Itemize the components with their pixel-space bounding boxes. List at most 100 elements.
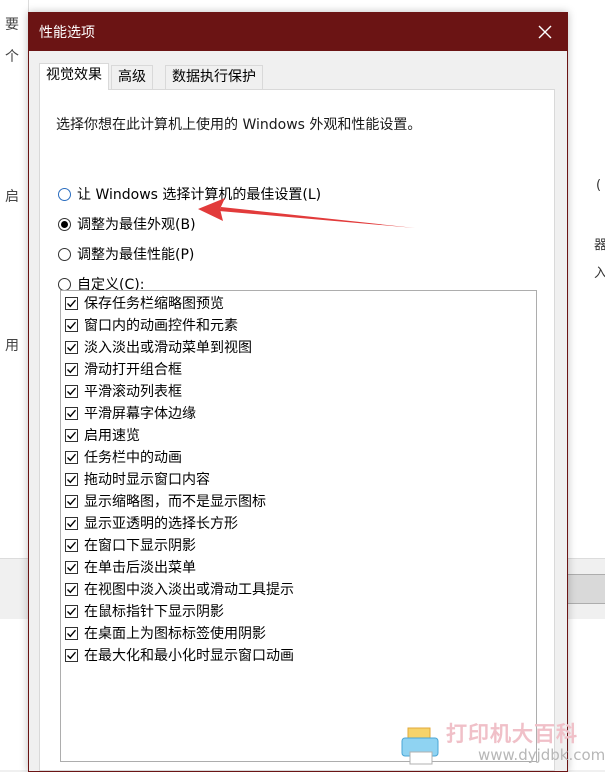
radio-best-performance[interactable]: 调整为最佳性能(P) xyxy=(58,244,194,264)
checkmark-icon xyxy=(67,651,77,659)
watermark-url: www.dyjdbk.com xyxy=(478,746,605,764)
effect-label: 平滑屏幕字体边缘 xyxy=(84,406,196,422)
effect-label: 在鼠标指针下显示阴影 xyxy=(84,604,224,620)
effect-option[interactable]: 在桌面上为图标标签使用阴影 xyxy=(65,623,266,643)
checkbox[interactable] xyxy=(65,406,78,420)
checkbox[interactable] xyxy=(65,472,78,486)
radio-button[interactable] xyxy=(58,217,71,231)
effect-option[interactable]: 显示缩略图，而不是显示图标 xyxy=(65,491,266,511)
watermark: 打印机大百科 www.dyjdbk.com xyxy=(398,716,605,770)
performance-options-dialog: 性能选项 视觉效果 高级 数据执行保护 选择你想在此计算机上使用的 Window… xyxy=(28,12,568,772)
checkbox[interactable] xyxy=(65,428,78,442)
background-text: 要 xyxy=(5,17,19,33)
watermark-text: 打印机大百科 xyxy=(446,722,578,746)
background-text: 入 xyxy=(594,266,605,281)
effect-option[interactable]: 淡入淡出或滑动菜单到视图 xyxy=(65,337,252,357)
checkbox[interactable] xyxy=(65,340,78,354)
checkmark-icon xyxy=(67,607,77,615)
checkbox[interactable] xyxy=(65,538,78,552)
effect-label: 保存任务栏缩略图预览 xyxy=(84,296,224,312)
tab-visual-effects[interactable]: 视觉效果 xyxy=(39,63,109,90)
effect-option[interactable]: 拖动时显示窗口内容 xyxy=(65,469,210,489)
tab-advanced[interactable]: 高级 xyxy=(111,65,153,89)
radio-button[interactable] xyxy=(58,247,71,261)
printer-logo-icon xyxy=(401,727,439,765)
effect-option[interactable]: 在窗口下显示阴影 xyxy=(65,535,196,555)
checkmark-icon xyxy=(67,431,77,439)
effect-option[interactable]: 在鼠标指针下显示阴影 xyxy=(65,601,224,621)
effect-option[interactable]: 滑动打开组合框 xyxy=(65,359,182,379)
checkmark-icon xyxy=(67,563,77,571)
effect-option[interactable]: 窗口内的动画控件和元素 xyxy=(65,315,238,335)
checkmark-icon xyxy=(67,387,77,395)
checkmark-icon xyxy=(67,629,77,637)
close-icon xyxy=(538,25,552,39)
checkmark-icon xyxy=(67,475,77,483)
checkmark-icon xyxy=(67,409,77,417)
radio-best-appearance[interactable]: 调整为最佳外观(B) xyxy=(58,214,196,234)
checkbox[interactable] xyxy=(65,318,78,332)
effect-label: 窗口内的动画控件和元素 xyxy=(84,318,238,334)
title-bar[interactable]: 性能选项 xyxy=(29,13,567,51)
visual-effects-list[interactable]: 保存任务栏缩略图预览 窗口内的动画控件和元素 淡入淡出或滑动菜单到视图 滑动打开组合框… xyxy=(60,290,537,762)
effect-option[interactable]: 启用速览 xyxy=(65,425,140,445)
red-arrow-annotation xyxy=(198,198,415,228)
effect-label: 任务栏中的动画 xyxy=(84,450,182,466)
effect-option[interactable]: 平滑屏幕字体边缘 xyxy=(65,403,196,423)
effect-label: 启用速览 xyxy=(84,428,140,444)
checkbox[interactable] xyxy=(65,604,78,618)
effect-label: 显示缩略图，而不是显示图标 xyxy=(84,494,266,510)
radio-label: 调整为最佳性能(P) xyxy=(77,247,195,263)
effect-label: 在桌面上为图标标签使用阴影 xyxy=(84,626,266,642)
checkmark-icon xyxy=(67,519,77,527)
checkbox[interactable] xyxy=(65,450,78,464)
checkbox[interactable] xyxy=(65,494,78,508)
effect-option[interactable]: 任务栏中的动画 xyxy=(65,447,182,467)
background-left-strip: 要 个 启 用 xyxy=(0,0,29,770)
checkmark-icon xyxy=(67,343,77,351)
effect-label: 在窗口下显示阴影 xyxy=(84,538,196,554)
background-text: 启 xyxy=(5,189,19,205)
radio-button[interactable] xyxy=(58,187,71,201)
background-text: 器 xyxy=(594,238,605,253)
close-button[interactable] xyxy=(523,13,567,51)
effect-option[interactable]: 保存任务栏缩略图预览 xyxy=(65,293,224,313)
effect-option[interactable]: 显示亚透明的选择长方形 xyxy=(65,513,238,533)
checkmark-icon xyxy=(67,365,77,373)
checkmark-icon xyxy=(67,299,77,307)
effect-label: 滑动打开组合框 xyxy=(84,362,182,378)
tab-data-execution-prevention[interactable]: 数据执行保护 xyxy=(165,65,263,89)
checkbox[interactable] xyxy=(65,648,78,662)
effect-label: 在单击后淡出菜单 xyxy=(84,560,196,576)
checkmark-icon xyxy=(67,321,77,329)
checkmark-icon xyxy=(67,497,77,505)
checkbox[interactable] xyxy=(65,560,78,574)
checkbox[interactable] xyxy=(65,516,78,530)
effect-label: 拖动时显示窗口内容 xyxy=(84,472,210,488)
background-button[interactable] xyxy=(566,574,605,604)
effect-label: 在视图中淡入淡出或滑动工具提示 xyxy=(84,582,294,598)
effect-label: 显示亚透明的选择长方形 xyxy=(84,516,238,532)
effect-label: 淡入淡出或滑动菜单到视图 xyxy=(84,340,252,356)
checkbox[interactable] xyxy=(65,296,78,310)
effect-option[interactable]: 平滑滚动列表框 xyxy=(65,381,182,401)
checkmark-icon xyxy=(67,585,77,593)
checkbox[interactable] xyxy=(65,582,78,596)
background-text: 个 xyxy=(5,49,19,65)
checkbox[interactable] xyxy=(65,626,78,640)
dialog-title: 性能选项 xyxy=(39,25,95,41)
radio-button[interactable] xyxy=(58,277,71,291)
checkbox[interactable] xyxy=(65,362,78,376)
effect-option[interactable]: 在视图中淡入淡出或滑动工具提示 xyxy=(65,579,294,599)
background-text: 用 xyxy=(5,338,19,354)
radio-label: 调整为最佳外观(B) xyxy=(77,217,196,233)
checkbox[interactable] xyxy=(65,384,78,398)
panel-description: 选择你想在此计算机上使用的 Windows 外观和性能设置。 xyxy=(56,117,422,133)
checkmark-icon xyxy=(67,541,77,549)
checkmark-icon xyxy=(67,453,77,461)
effect-option[interactable]: 在最大化和最小化时显示窗口动画 xyxy=(65,645,294,665)
effect-option[interactable]: 在单击后淡出菜单 xyxy=(65,557,196,577)
effect-label: 平滑滚动列表框 xyxy=(84,384,182,400)
visual-effects-panel: 选择你想在此计算机上使用的 Windows 外观和性能设置。 让 Windows… xyxy=(39,89,555,771)
background-text: ( xyxy=(596,178,602,193)
